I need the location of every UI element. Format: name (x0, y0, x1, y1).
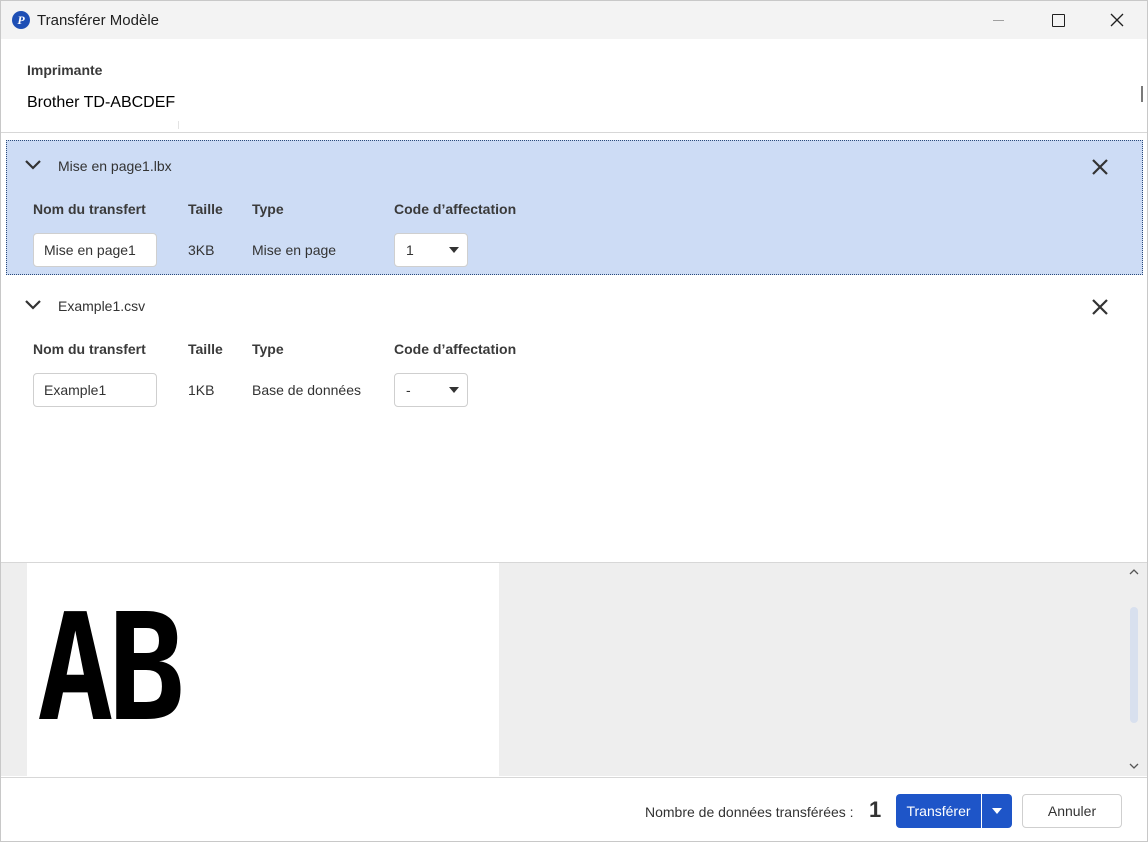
column-header-size: Taille (188, 201, 223, 217)
divider (1, 132, 1147, 133)
remove-file-button[interactable] (1090, 297, 1110, 317)
column-header-assign-code: Code d’affectation (394, 341, 517, 357)
file-name: Mise en page1.lbx (58, 158, 172, 174)
printer-label: Imprimante (27, 62, 103, 78)
close-icon (1110, 13, 1124, 27)
file-size: 1KB (188, 382, 215, 398)
chevron-down-icon[interactable] (24, 298, 42, 312)
column-header-transfer-name: Nom du transfert (33, 341, 146, 357)
assign-code-select[interactable]: 1 (394, 233, 468, 267)
transfer-button[interactable]: Transférer (896, 794, 981, 828)
transfer-template-window: P Transférer Modèle Imprimante Brother T… (0, 0, 1148, 842)
divider (178, 121, 179, 129)
scroll-up-icon[interactable] (1127, 565, 1141, 579)
footer-bar: Nombre de données transférées : 1 Transf… (1, 777, 1147, 841)
column-header-size: Taille (188, 341, 223, 357)
window-title: Transférer Modèle (37, 12, 159, 29)
file-entry-database[interactable]: Example1.csv Nom du transfert Taille Typ… (6, 280, 1143, 415)
caret-down-icon (449, 247, 459, 253)
scroll-indicator (1141, 86, 1143, 102)
preview-pane[interactable]: AB (1, 562, 1147, 776)
label-preview: AB (27, 563, 499, 776)
caret-down-icon (449, 387, 459, 393)
file-size: 3KB (188, 242, 215, 258)
printer-name: Brother TD-ABCDEF (27, 94, 176, 111)
column-header-assign-code: Code d’affectation (394, 201, 517, 217)
transfer-options-dropdown[interactable] (982, 794, 1012, 828)
column-header-transfer-name: Nom du transfert (33, 201, 146, 217)
transfer-count-label: Nombre de données transférées : (645, 804, 854, 820)
transfer-count-value: 1 (869, 797, 882, 822)
preview-text: AB (37, 582, 185, 754)
column-header-type: Type (252, 201, 284, 217)
file-entry-layout[interactable]: Mise en page1.lbx Nom du transfert Taill… (6, 140, 1143, 275)
maximize-button[interactable] (1029, 1, 1087, 39)
assign-code-value: - (406, 382, 411, 398)
minimize-button[interactable] (970, 1, 1028, 39)
cancel-button[interactable]: Annuler (1022, 794, 1122, 828)
chevron-down-icon[interactable] (24, 158, 42, 172)
assign-code-value: 1 (406, 242, 414, 258)
close-window-button[interactable] (1088, 1, 1146, 39)
title-bar[interactable]: P Transférer Modèle (1, 1, 1147, 39)
scroll-down-icon[interactable] (1127, 759, 1141, 773)
scrollbar-thumb[interactable] (1130, 607, 1138, 723)
column-header-type: Type (252, 341, 284, 357)
transfer-name-input[interactable] (33, 373, 157, 407)
remove-file-button[interactable] (1090, 157, 1110, 177)
file-type: Mise en page (252, 242, 337, 258)
transfer-name-input[interactable] (33, 233, 157, 267)
file-name: Example1.csv (58, 298, 146, 314)
assign-code-select[interactable]: - (394, 373, 468, 407)
p-touch-app-icon: P (12, 11, 30, 29)
file-type: Base de données (252, 382, 361, 398)
